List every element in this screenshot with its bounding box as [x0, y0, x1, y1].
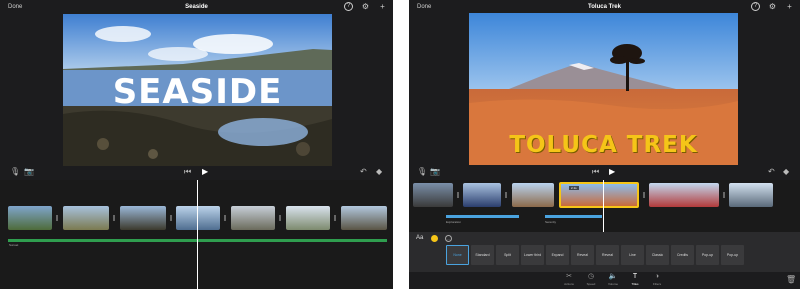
transition-marker[interactable] — [56, 215, 58, 221]
playhead[interactable] — [603, 180, 604, 232]
transition-marker[interactable] — [723, 192, 725, 198]
settings-diamond-icon[interactable]: ◆ — [376, 167, 382, 176]
tab-actions[interactable]: ✂ Actions — [559, 272, 579, 289]
gear-icon[interactable]: ⚙ — [361, 2, 370, 11]
speed-icon: ◷ — [587, 273, 595, 280]
transition-marker[interactable] — [113, 215, 115, 221]
camera-icon[interactable]: 📷 — [24, 167, 34, 176]
right-timeline[interactable]: 2.1s Exploration Serenity — [409, 180, 800, 232]
left-editor-screen: Done Seaside ? ⚙ + SEASIDE 🎙 📷 ⏮ ▶ ↶ ◆ S… — [0, 0, 393, 289]
tab-titles[interactable]: T Titles — [625, 272, 645, 289]
help-icon[interactable]: ? — [751, 2, 760, 11]
right-top-bar: Done Toluca Trek ? ⚙ + — [409, 0, 800, 14]
music-track-label: Serenity — [545, 220, 557, 224]
timeline-clip[interactable] — [176, 206, 220, 230]
timeline-clip[interactable] — [729, 183, 773, 207]
filters-icon: ◑ — [654, 273, 660, 280]
undo-icon[interactable]: ↶ — [360, 167, 367, 176]
clip-duration: 2.1s — [569, 186, 579, 190]
right-project-title: Toluca Trek — [588, 4, 621, 10]
transition-marker[interactable] — [334, 215, 336, 221]
title-style-none[interactable]: None — [446, 245, 469, 265]
transition-marker[interactable] — [224, 215, 226, 221]
timeline-clip[interactable] — [120, 206, 166, 230]
microphone-icon[interactable]: 🎙 — [417, 167, 427, 176]
speaker-icon: 🔈 — [608, 273, 618, 280]
playhead[interactable] — [197, 180, 198, 289]
right-editor-screen: Done Toluca Trek ? ⚙ + Title — [409, 0, 800, 289]
inspector-tab-bar: ✂ Actions ◷ Speed 🔈 Volume T Titles ◑ Filters — [409, 272, 800, 289]
right-title-overlay: TOLUCA TREK — [509, 132, 698, 158]
timeline-clip[interactable] — [649, 183, 719, 207]
title-style-option[interactable]: Split — [496, 245, 519, 265]
timeline-clip[interactable] — [63, 206, 109, 230]
gear-icon[interactable]: ⚙ — [768, 2, 777, 11]
undo-icon[interactable]: ↶ — [768, 167, 775, 176]
transition-marker[interactable] — [170, 215, 172, 221]
title-style-option[interactable]: Pop-up — [696, 245, 719, 265]
tab-filters[interactable]: ◑ Filters — [647, 272, 667, 289]
titles-icon: T — [632, 273, 638, 280]
title-style-option[interactable]: Lower third — [521, 245, 544, 265]
left-title-overlay: SEASIDE — [112, 72, 283, 112]
timeline-clip[interactable] — [8, 206, 52, 230]
help-icon[interactable]: ? — [344, 2, 353, 11]
microphone-icon[interactable]: 🎙 — [10, 167, 20, 176]
title-style-option[interactable]: Reveal — [571, 245, 594, 265]
tab-volume[interactable]: 🔈 Volume — [603, 272, 623, 289]
transition-marker[interactable] — [457, 192, 459, 198]
title-style-option[interactable]: Reveal — [596, 245, 619, 265]
skip-back-icon[interactable]: ⏮ — [184, 167, 191, 177]
add-icon[interactable]: + — [378, 2, 387, 11]
audio-track-label: Sunset — [9, 243, 19, 247]
right-control-bar: 🎙 📷 ⏮ ▶ ↶ ◆ — [409, 166, 800, 178]
timeline-clip[interactable] — [512, 183, 554, 207]
more-options-icon[interactable]: … — [445, 235, 452, 242]
skip-back-icon[interactable]: ⏮ — [592, 167, 599, 177]
music-track[interactable] — [446, 215, 519, 218]
transition-marker[interactable] — [505, 192, 507, 198]
title-style-option[interactable]: Credits — [671, 245, 694, 265]
transition-marker[interactable] — [643, 192, 645, 198]
title-style-option[interactable]: Expand — [546, 245, 569, 265]
timeline-clip[interactable] — [341, 206, 387, 230]
scissors-icon: ✂ — [566, 273, 572, 280]
color-swatch[interactable] — [431, 235, 438, 242]
tab-speed[interactable]: ◷ Speed — [581, 272, 601, 289]
timeline-clip[interactable] — [413, 183, 453, 207]
title-style-option[interactable]: Pop-up — [721, 245, 744, 265]
add-icon[interactable]: + — [785, 2, 794, 11]
trash-icon[interactable]: 🗑 — [786, 275, 796, 284]
music-track-label: Exploration — [446, 220, 462, 224]
camera-icon[interactable]: 📷 — [430, 167, 440, 176]
timeline-clip[interactable] — [231, 206, 275, 230]
title-style-option[interactable]: Line — [621, 245, 644, 265]
left-control-bar: 🎙 📷 ⏮ ▶ ↶ ◆ — [0, 166, 393, 178]
settings-diamond-icon[interactable]: ◆ — [783, 167, 789, 176]
right-video-viewer[interactable]: TOLUCA TREK — [469, 13, 738, 165]
title-style-option[interactable]: Classic — [646, 245, 669, 265]
font-toggle[interactable]: Aa — [416, 235, 423, 241]
transition-marker[interactable] — [279, 215, 281, 221]
left-project-title: Seaside — [185, 4, 208, 10]
title-style-option[interactable]: Standard — [471, 245, 494, 265]
timeline-clip[interactable] — [463, 183, 501, 207]
timeline-clip[interactable] — [286, 206, 330, 230]
left-video-viewer[interactable]: SEASIDE — [63, 14, 332, 166]
play-icon[interactable]: ▶ — [609, 167, 615, 176]
left-top-bar: Done Seaside ? ⚙ + — [0, 0, 393, 14]
play-icon[interactable]: ▶ — [202, 167, 208, 176]
music-track[interactable] — [545, 215, 602, 218]
